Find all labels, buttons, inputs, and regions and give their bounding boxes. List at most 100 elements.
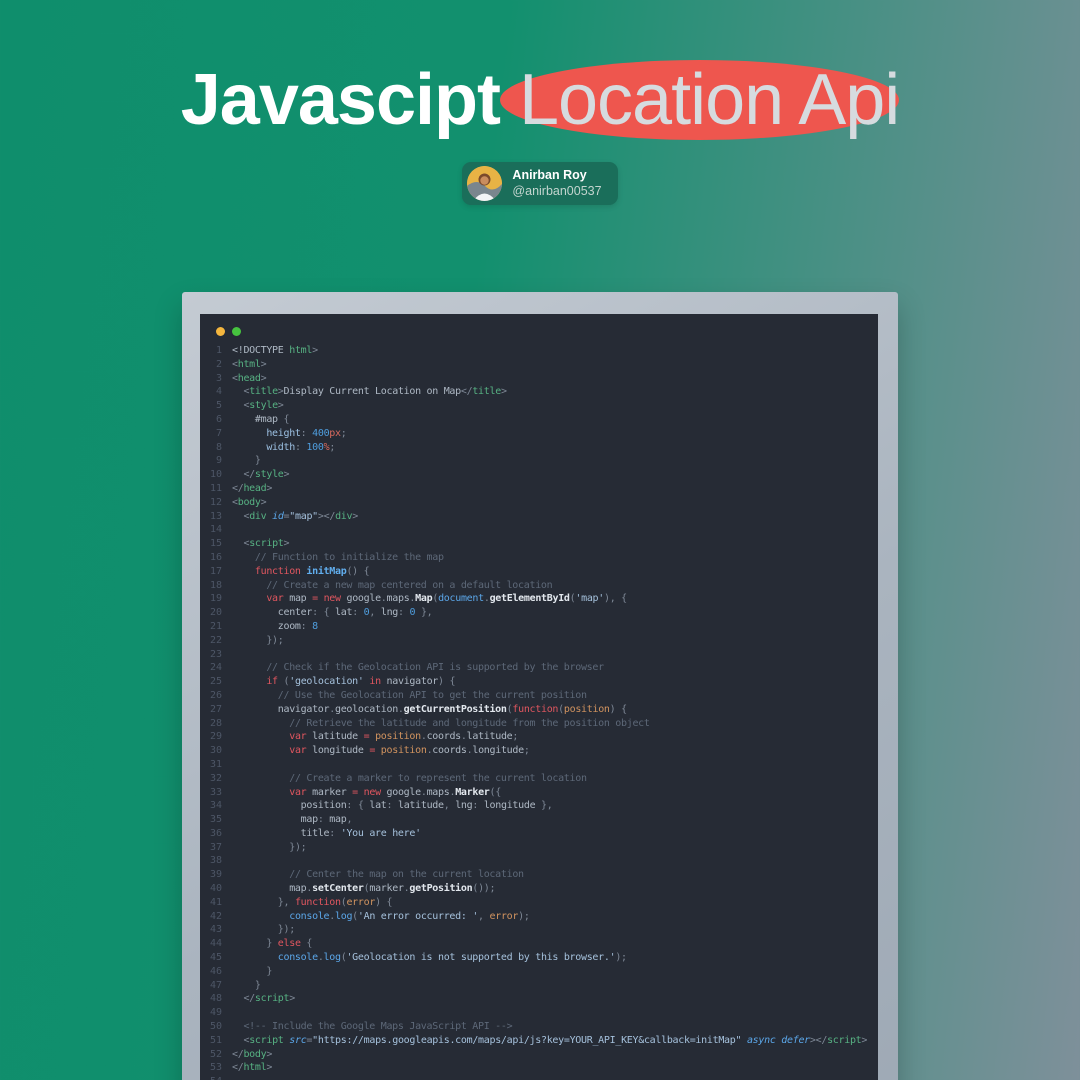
code-line: 28 // Retrieve the latitude and longitud… — [200, 717, 878, 731]
line-number: 46 — [209, 965, 222, 977]
line-number: 13 — [209, 510, 222, 522]
code-line-content: <div id="map"></div> — [243, 510, 358, 522]
code-line: 17 function initMap() { — [200, 565, 878, 579]
line-number: 51 — [209, 1034, 222, 1046]
line-number: 16 — [209, 551, 222, 563]
page-title: Javascipt Location Api — [0, 60, 1080, 140]
person-avatar-icon — [467, 166, 503, 201]
code-line-content: zoom: 8 — [232, 620, 318, 632]
code-line: 47 } — [200, 979, 878, 993]
close-button[interactable] — [216, 327, 225, 336]
code-line-content: }, function(error) { — [277, 896, 393, 908]
code-line: 8 width: 100%; — [200, 441, 878, 455]
code-line: 16 // Function to initialize the map — [200, 551, 878, 565]
code-line-content: <html> — [232, 358, 267, 370]
code-line: 37 }); — [200, 841, 878, 855]
code-line-content: map: map, — [232, 814, 353, 826]
line-number: 45 — [209, 952, 222, 964]
author-name: Anirban Roy — [512, 167, 587, 182]
code-line-content: } — [266, 965, 273, 977]
code-line: 44 } else { — [200, 937, 878, 951]
code-line: 48 </script> — [200, 992, 878, 1006]
line-number: 42 — [209, 910, 222, 922]
line-number: 1 — [215, 345, 222, 356]
code-line-content: </script> — [243, 993, 295, 1005]
line-number: 50 — [209, 1021, 222, 1033]
code-line-content: }); — [266, 634, 284, 646]
code-line: 21 zoom: 8 — [200, 620, 878, 634]
line-number: 4 — [215, 386, 222, 398]
code-line-content: if ('geolocation' in navigator) { — [266, 676, 456, 688]
code-line-content: </html> — [232, 1062, 273, 1074]
code-line-content: <!-- Include the Google Maps JavaScript … — [243, 1021, 513, 1033]
code-line-content: console.log('An error occurred: ', error… — [289, 910, 530, 922]
code-line-content: height: 400px; — [266, 427, 347, 439]
code-line: 7 height: 400px; — [200, 427, 878, 441]
line-number: 54 — [200, 1075, 222, 1080]
line-number: 20 — [209, 607, 222, 619]
code-line-content: // Check if the Geolocation API is suppo… — [266, 662, 604, 674]
code-line: 50 <!-- Include the Google Maps JavaScri… — [200, 1020, 878, 1034]
traffic-lights — [200, 314, 878, 336]
code-line: 41 }, function(error) { — [200, 896, 878, 910]
page-background: { "title": { "bold": "Javascipt", "light… — [0, 60, 1080, 1080]
line-number: 15 — [209, 538, 222, 550]
line-number: 24 — [209, 662, 222, 674]
line-number: 27 — [209, 703, 222, 715]
line-number: 39 — [209, 869, 222, 881]
line-number: 49 — [209, 1007, 222, 1019]
line-number: 40 — [209, 883, 222, 895]
code-line-content: </style> — [243, 469, 290, 481]
code-line: 11 </head> — [200, 482, 878, 496]
line-number: 22 — [209, 634, 222, 646]
line-number: 19 — [209, 593, 222, 605]
line-number: 44 — [209, 938, 222, 950]
code-line: 40 map.setCenter(marker.getPosition()); — [200, 882, 878, 896]
line-number: 33 — [209, 786, 222, 798]
line-number: 37 — [209, 841, 222, 853]
code-line: 12 <body> — [200, 496, 878, 510]
code-area: 1 <!DOCTYPE html> 2 <html> 3 <head> 4 <title>D… — [200, 344, 878, 1080]
minimize-button[interactable] — [232, 327, 241, 336]
zoom-button[interactable] — [248, 327, 257, 336]
code-line-content: } — [254, 979, 261, 991]
code-line-content: var marker = new google.maps.Marker({ — [289, 786, 501, 798]
code-line: 42 console.log('An error occurred: ', er… — [200, 910, 878, 924]
code-line: 51 <script src="https://maps.googleapis.… — [200, 1034, 878, 1048]
code-line-content: <title>Display Current Location on Map</… — [243, 386, 507, 398]
code-line-content: #map { — [232, 413, 290, 425]
code-line-content: </body> — [232, 1048, 273, 1060]
code-line: 36 title: 'You are here' — [200, 827, 878, 841]
line-number: 53 — [209, 1062, 222, 1074]
code-line: 1 <!DOCTYPE html> — [200, 344, 878, 358]
line-number: 17 — [209, 565, 222, 577]
code-line: 13 <div id="map"></div> — [200, 510, 878, 524]
line-number: 26 — [209, 689, 222, 701]
line-number: 36 — [209, 827, 222, 839]
code-line: 5 <style> — [200, 399, 878, 413]
line-number: 47 — [209, 979, 222, 991]
line-number: 6 — [215, 413, 222, 425]
line-number: 9 — [215, 455, 222, 467]
code-line: 39 // Center the map on the current loca… — [200, 868, 878, 882]
code-line: 49 — [200, 1006, 878, 1020]
code-line: 22 }); — [200, 634, 878, 648]
line-number: 38 — [209, 855, 222, 867]
line-number: 35 — [209, 814, 222, 826]
code-line: 52 </body> — [200, 1048, 878, 1062]
code-window-frame: 1 <!DOCTYPE html> 2 <html> 3 <head> 4 <title>D… — [182, 292, 898, 1080]
code-line: 9 } — [200, 454, 878, 468]
code-line: 32 // Create a marker to represent the c… — [200, 772, 878, 786]
code-line: 24 // Check if the Geolocation API is su… — [200, 661, 878, 675]
line-number: 7 — [215, 427, 222, 439]
code-line: 23 — [200, 648, 878, 662]
code-line: 14 — [200, 523, 878, 537]
author-handle: @anirban00537 — [512, 183, 602, 198]
line-number: 41 — [209, 896, 222, 908]
line-number: 21 — [209, 620, 222, 632]
code-line-content: }); — [277, 924, 295, 936]
line-number: 5 — [215, 400, 222, 412]
code-line: 20 center: { lat: 0, lng: 0 }, — [200, 606, 878, 620]
code-line-content: // Create a marker to represent the curr… — [289, 772, 587, 784]
code-line-content: title: 'You are here' — [232, 827, 421, 839]
